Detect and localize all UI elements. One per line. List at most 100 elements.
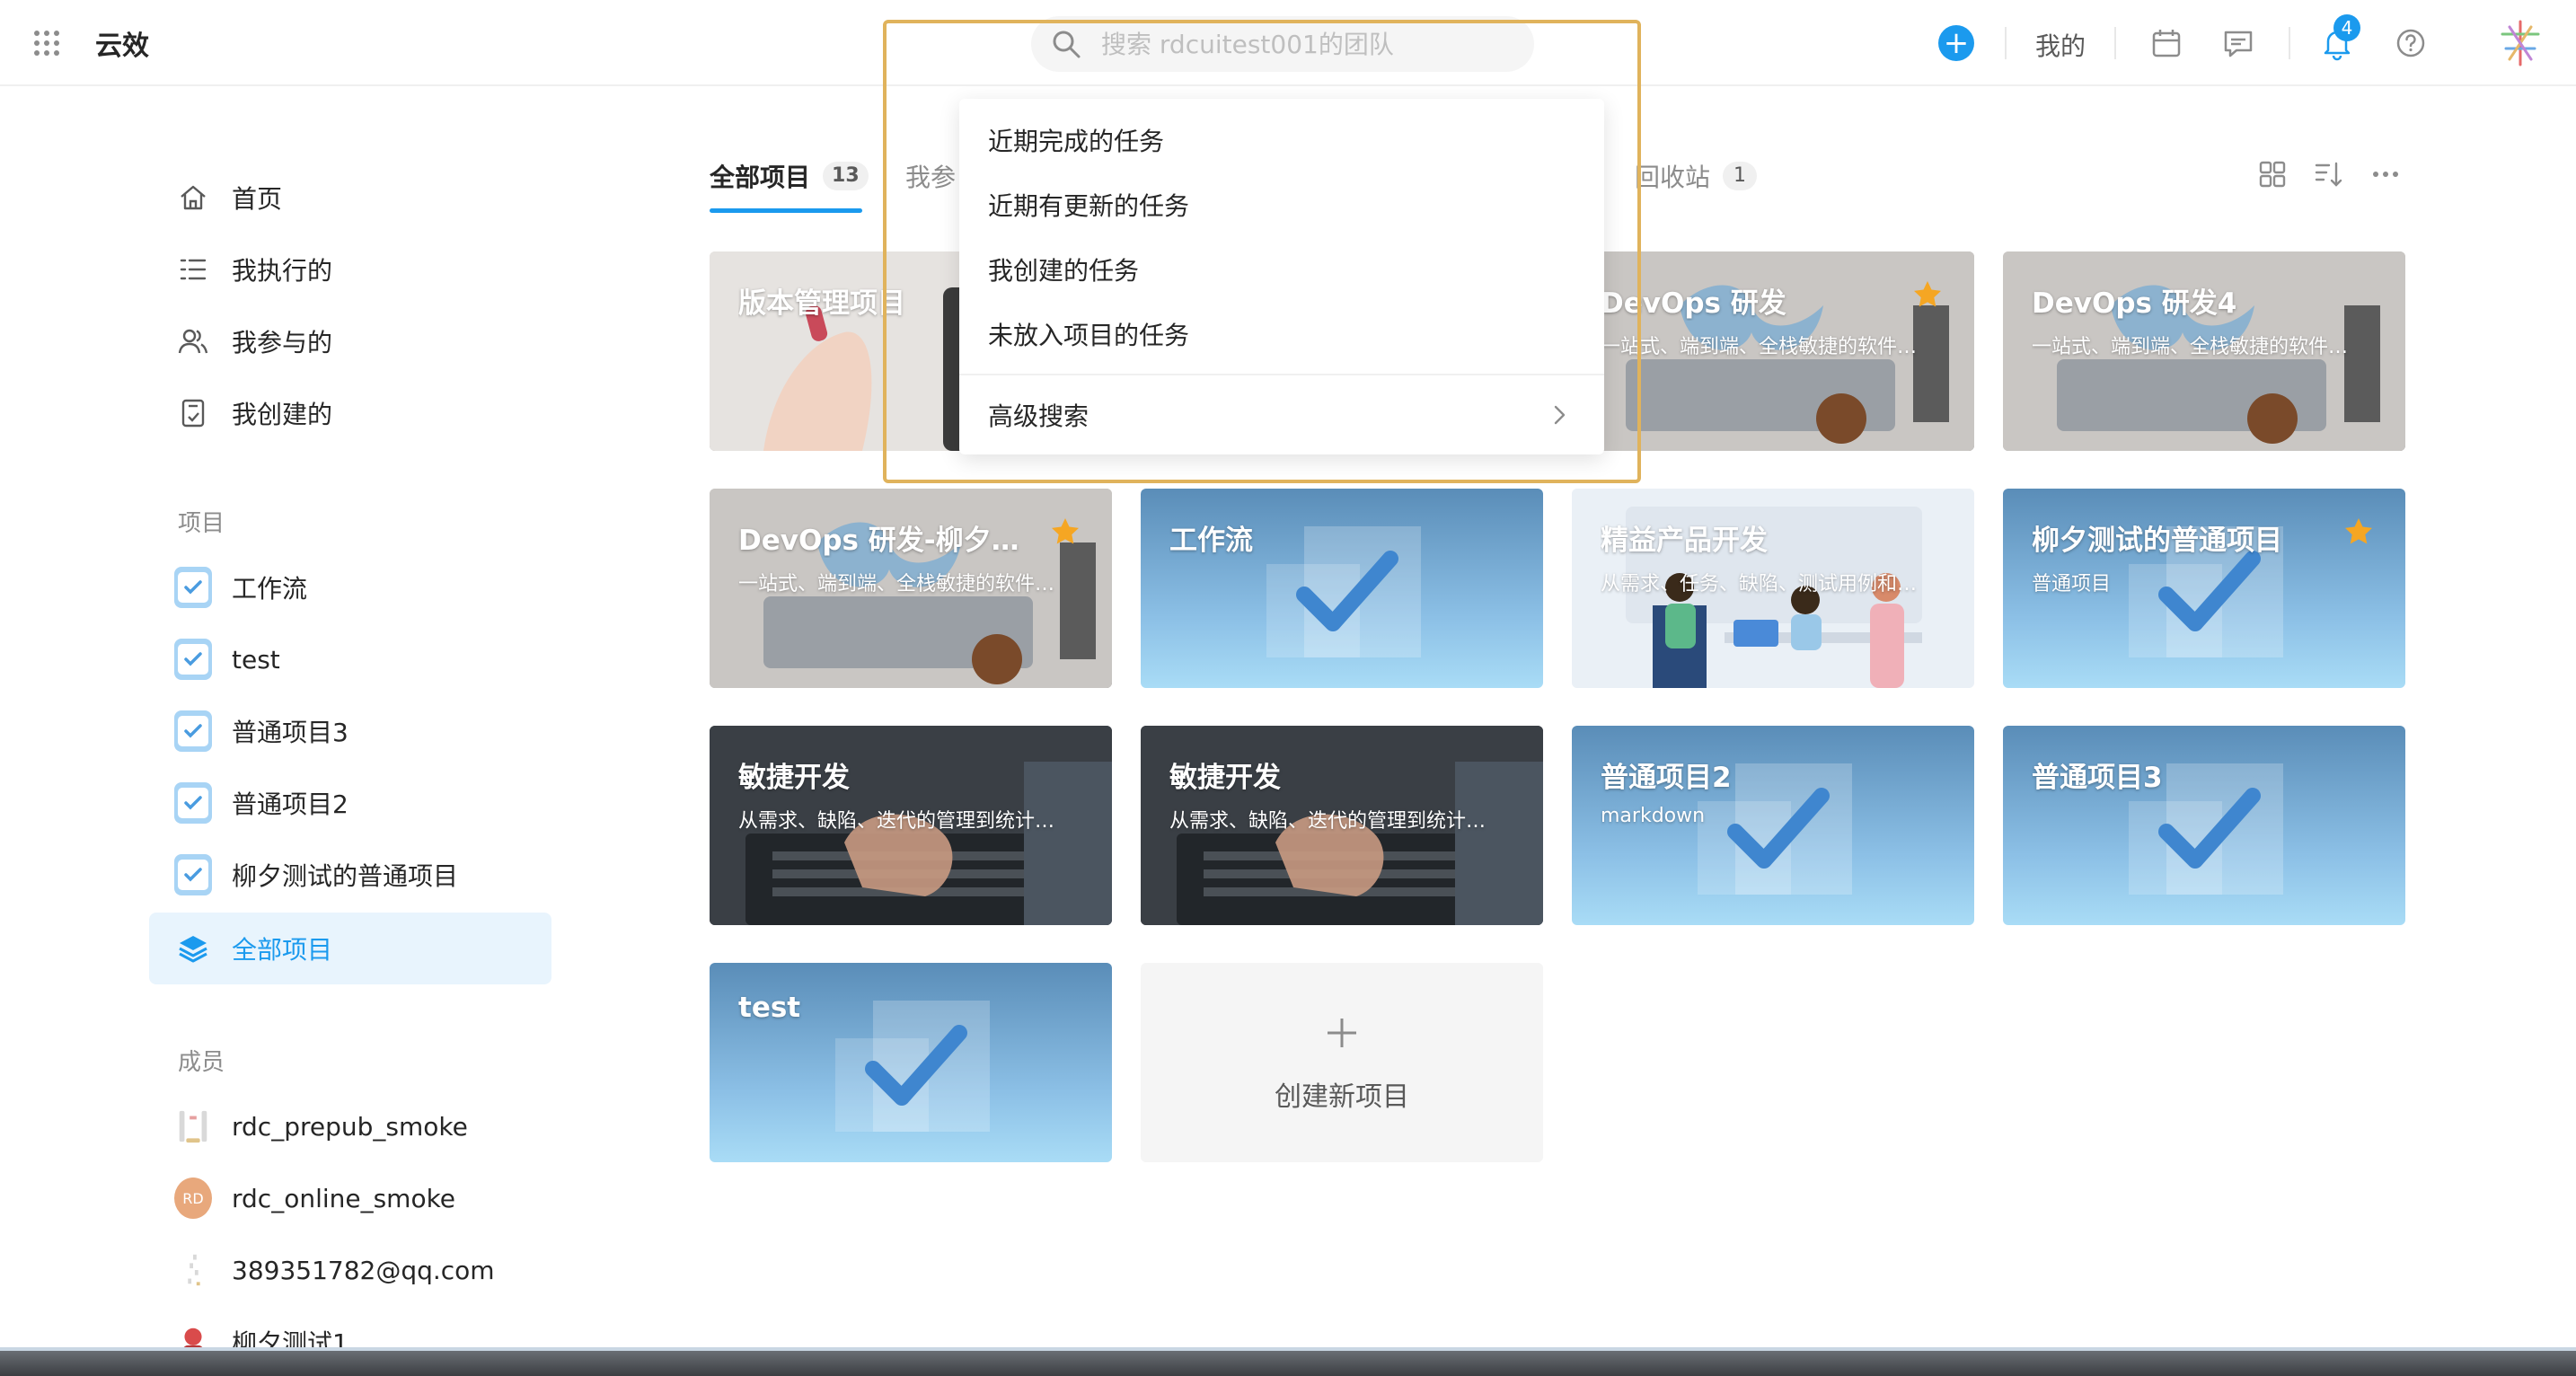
card-description: 从需求、任务、缺陷、测试用例和…: [1601, 573, 1918, 595]
project-card[interactable]: 敏捷开发 从需求、缺陷、迭代的管理到统计…: [1141, 726, 1543, 925]
card-title: test: [738, 992, 801, 1024]
brand-title[interactable]: 云效: [95, 23, 149, 63]
sidebar-item-participated[interactable]: 我参与的: [149, 305, 551, 377]
projects-section-title: 项目: [178, 510, 225, 537]
top-header: 云效 + 我的 4: [0, 0, 2576, 86]
more-icon[interactable]: [2369, 158, 2402, 190]
project-card[interactable]: 柳夕测试的普通项目 普通项目: [2003, 489, 2405, 688]
add-button[interactable]: +: [1938, 25, 1974, 61]
tab-participated[interactable]: 我参: [905, 158, 956, 194]
sidebar-project-item[interactable]: test: [149, 623, 551, 695]
dropdown-item-recent-completed[interactable]: 近期完成的任务: [959, 108, 1604, 172]
project-card[interactable]: 工作流: [1141, 489, 1543, 688]
search-dropdown: 近期完成的任务 近期有更新的任务 我创建的任务 未放入项目的任务 高级搜索: [959, 99, 1604, 454]
sidebar-project-item[interactable]: 工作流: [149, 551, 551, 623]
dropdown-item-unassigned-project[interactable]: 未放入项目的任务: [959, 302, 1604, 366]
project-icon: [174, 567, 212, 608]
star-icon[interactable]: [1049, 516, 1081, 548]
calendar-icon[interactable]: [2148, 25, 2184, 61]
member-avatar: RD: [174, 1178, 212, 1219]
star-icon[interactable]: [1911, 278, 1944, 311]
project-card[interactable]: 普通项目3: [2003, 726, 2405, 925]
project-icon: [174, 710, 212, 752]
create-project-card[interactable]: 创建新项目: [1141, 963, 1543, 1162]
card-title: DevOps 研发: [1601, 287, 1786, 320]
dropdown-item-recent-updated[interactable]: 近期有更新的任务: [959, 172, 1604, 237]
sidebar-item-label: rdc_prepub_smoke: [232, 1111, 468, 1142]
tab-active-indicator: [710, 208, 862, 213]
card-description: 一站式、端到端、全栈敏捷的软件…: [1601, 336, 1918, 358]
sidebar-item-home[interactable]: 首页: [149, 162, 551, 234]
project-card[interactable]: 精益产品开发 从需求、任务、缺陷、测试用例和…: [1572, 489, 1974, 688]
header-divider: [2114, 27, 2116, 59]
project-card[interactable]: test: [710, 963, 1112, 1162]
card-title: 普通项目3: [2032, 762, 2163, 794]
card-title: 精益产品开发: [1601, 525, 1768, 557]
search-box[interactable]: [1031, 16, 1534, 72]
tab-recycle-bin[interactable]: 回收站 1: [1635, 158, 1758, 194]
header-divider: [2289, 27, 2290, 59]
sidebar-project-item[interactable]: 柳夕测试的普通项目: [149, 839, 551, 911]
sidebar-item-label: test: [232, 644, 280, 675]
sidebar-member-item[interactable]: 389351782@qq.com: [149, 1234, 551, 1306]
apps-grid-icon[interactable]: [32, 29, 61, 57]
notification-badge: 4: [2333, 14, 2360, 41]
card-description: 普通项目: [2032, 573, 2112, 595]
sidebar-item-label: 我参与的: [232, 328, 333, 357]
message-icon[interactable]: [2220, 25, 2256, 61]
document-icon: [174, 394, 212, 432]
card-description: markdown: [1601, 805, 1706, 827]
search-input[interactable]: [1101, 16, 1514, 72]
star-icon[interactable]: [2342, 516, 2375, 548]
users-icon: [174, 322, 212, 360]
sidebar-item-label: 普通项目2: [232, 789, 348, 819]
project-card[interactable]: 普通项目2 markdown: [1572, 726, 1974, 925]
project-card[interactable]: DevOps 研发-柳夕测… 一站式、端到端、全栈敏捷的软件…: [710, 489, 1112, 688]
card-title: DevOps 研发4: [2032, 287, 2237, 320]
chevron-right-icon: [1554, 405, 1566, 425]
project-icon: [174, 782, 212, 824]
search-icon: [1053, 31, 1081, 58]
help-icon[interactable]: [2393, 25, 2429, 61]
sidebar-item-all-projects[interactable]: 全部项目: [149, 913, 551, 984]
create-project-label: 创建新项目: [1275, 1081, 1409, 1113]
sidebar-project-item[interactable]: 普通项目3: [149, 695, 551, 767]
card-title: 敏捷开发: [1169, 762, 1281, 794]
my-menu-link[interactable]: 我的: [2035, 27, 2086, 63]
card-title: 敏捷开发: [738, 762, 850, 794]
grid-view-icon[interactable]: [2256, 158, 2289, 190]
project-icon: [174, 854, 212, 895]
card-title: DevOps 研发-柳夕测…: [738, 525, 1040, 557]
layers-icon: [174, 930, 212, 967]
card-description: 从需求、缺陷、迭代的管理到统计…: [738, 810, 1055, 833]
dropdown-item-advanced-search[interactable]: 高级搜索: [959, 383, 1604, 447]
card-title: 普通项目2: [1601, 762, 1732, 794]
sidebar-item-created[interactable]: 我创建的: [149, 377, 551, 449]
sidebar-item-assigned[interactable]: 我执行的: [149, 234, 551, 305]
header-divider: [2005, 27, 2007, 59]
project-card[interactable]: DevOps 研发 一站式、端到端、全栈敏捷的软件…: [1572, 251, 1974, 451]
dropdown-item-created-by-me[interactable]: 我创建的任务: [959, 237, 1604, 302]
sidebar-item-label: 普通项目3: [232, 718, 348, 747]
user-avatar[interactable]: [2493, 16, 2547, 70]
member-avatar: [174, 1107, 212, 1145]
plus-icon: [1328, 1019, 1356, 1047]
sidebar-member-item[interactable]: RD rdc_online_smoke: [149, 1162, 551, 1234]
card-description: 一站式、端到端、全栈敏捷的软件…: [2032, 336, 2349, 358]
sidebar-member-item[interactable]: rdc_prepub_smoke: [149, 1090, 551, 1162]
sort-icon[interactable]: [2312, 158, 2344, 190]
home-icon: [174, 179, 212, 216]
sidebar-item-label: rdc_online_smoke: [232, 1183, 456, 1213]
sidebar-item-label: 全部项目: [232, 935, 333, 965]
sidebar-project-item[interactable]: 普通项目2: [149, 767, 551, 839]
sidebar-item-label: 389351782@qq.com: [232, 1255, 495, 1285]
project-card[interactable]: 敏捷开发 从需求、缺陷、迭代的管理到统计…: [710, 726, 1112, 925]
sidebar-item-label: 柳夕测试的普通项目: [232, 861, 459, 891]
tab-count: 13: [823, 162, 869, 190]
tab-all-projects[interactable]: 全部项目 13: [710, 158, 869, 194]
sidebar-item-label: 首页: [232, 184, 283, 214]
project-card[interactable]: DevOps 研发4 一站式、端到端、全栈敏捷的软件…: [2003, 251, 2405, 451]
project-icon: [174, 639, 212, 680]
tab-count: 1: [1723, 162, 1758, 190]
sidebar: 首页 我执行的 我参与的 我创建的 项目 工作流 test 普通项目3 普通项目…: [0, 86, 611, 1358]
